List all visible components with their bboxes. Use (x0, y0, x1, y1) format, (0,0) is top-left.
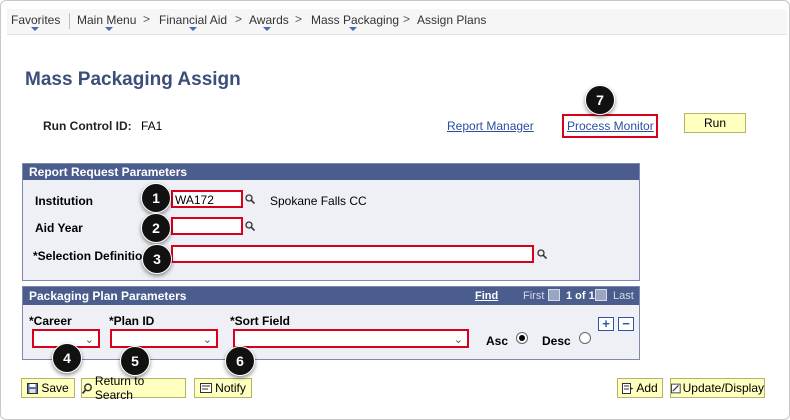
aid-year-lookup-icon[interactable] (245, 221, 255, 231)
find-link[interactable]: Find (475, 290, 498, 302)
institution-lookup-icon[interactable] (245, 194, 255, 204)
chevron-right-icon: > (143, 12, 151, 26)
main-menu-dropdown-icon[interactable] (105, 27, 113, 31)
add-button[interactable]: Add (617, 378, 663, 398)
report-request-parameters-header: Report Request Parameters (23, 164, 639, 180)
delete-row-icon[interactable]: − (618, 317, 634, 331)
asc-label: Asc (486, 334, 509, 348)
previous-row-icon[interactable] (548, 289, 560, 301)
breadcrumb-assign-plans[interactable]: Assign Plans (417, 13, 486, 27)
update-display-icon (671, 383, 681, 393)
last-link[interactable]: Last (613, 290, 634, 302)
page-frame: Favorites Main Menu > Financial Aid > Aw… (0, 0, 790, 420)
asc-radio[interactable] (516, 332, 528, 344)
breadcrumb-separator (69, 13, 70, 29)
report-manager-link[interactable]: Report Manager (447, 119, 534, 133)
financial-aid-dropdown-icon[interactable] (189, 27, 197, 31)
plan-id-label: *Plan ID (109, 314, 155, 328)
breadcrumb: Favorites Main Menu > Financial Aid > Aw… (7, 9, 787, 35)
callout-2: 2 (141, 213, 171, 243)
awards-dropdown-icon[interactable] (263, 27, 271, 31)
breadcrumb-favorites[interactable]: Favorites (11, 13, 60, 27)
chevron-right-icon: > (235, 12, 243, 26)
callout-6: 6 (225, 346, 255, 376)
search-icon (82, 382, 92, 394)
process-monitor-link[interactable]: Process Monitor (567, 119, 654, 133)
selection-definition-lookup-icon[interactable] (537, 249, 547, 259)
return-to-search-button[interactable]: Return to Search (81, 374, 186, 402)
callout-4: 4 (52, 343, 82, 373)
callout-5: 5 (120, 346, 150, 376)
run-button[interactable]: Run (684, 113, 746, 133)
mass-packaging-dropdown-icon[interactable] (349, 27, 357, 31)
selection-definition-label: *Selection Definition (33, 249, 150, 263)
institution-input[interactable]: WA172 (171, 190, 243, 208)
save-icon (27, 382, 39, 394)
report-request-parameters-box: Report Request Parameters Institution WA… (22, 163, 640, 281)
desc-label: Desc (542, 334, 571, 348)
next-row-icon[interactable] (595, 289, 607, 301)
desc-radio[interactable] (579, 332, 591, 344)
chevron-right-icon: > (403, 12, 411, 26)
breadcrumb-financial-aid[interactable]: Financial Aid (159, 13, 227, 27)
selection-definition-input[interactable] (171, 245, 534, 263)
favorites-dropdown-icon[interactable] (31, 27, 39, 31)
update-display-button[interactable]: Update/Display (670, 378, 765, 398)
aid-year-input[interactable] (171, 217, 243, 235)
aid-year-label: Aid Year (35, 221, 83, 235)
callout-1: 1 (141, 183, 171, 213)
add-icon (622, 382, 634, 394)
institution-description: Spokane Falls CC (270, 194, 367, 208)
plan-id-select[interactable]: ⌄ (110, 329, 218, 348)
add-label: Add (636, 381, 658, 395)
callout-7: 7 (585, 85, 615, 115)
save-button[interactable]: Save (21, 378, 75, 398)
row-counter: 1 of 1 (566, 290, 595, 302)
chevron-right-icon: > (295, 12, 303, 26)
sort-field-select[interactable]: ⌄ (233, 329, 469, 348)
run-control-label: Run Control ID: (43, 119, 132, 133)
breadcrumb-main-menu[interactable]: Main Menu (77, 13, 136, 27)
notify-icon (200, 383, 213, 393)
chevron-down-icon: ⌄ (453, 334, 463, 346)
save-label: Save (41, 381, 69, 395)
chevron-down-icon: ⌄ (84, 334, 94, 346)
chevron-down-icon: ⌄ (202, 334, 212, 346)
return-to-search-label: Return to Search (94, 374, 145, 402)
callout-3: 3 (142, 244, 172, 274)
breadcrumb-mass-packaging[interactable]: Mass Packaging (311, 13, 399, 27)
page-title: Mass Packaging Assign (25, 69, 241, 90)
institution-label: Institution (35, 194, 93, 208)
update-display-label: Update/Display (682, 381, 764, 395)
packaging-plan-parameters-title: Packaging Plan Parameters (29, 289, 187, 303)
notify-label: Notify (215, 381, 246, 395)
first-link[interactable]: First (523, 290, 544, 302)
breadcrumb-awards[interactable]: Awards (249, 13, 289, 27)
add-row-icon[interactable]: + (598, 317, 614, 331)
notify-button[interactable]: Notify (194, 378, 252, 398)
packaging-plan-parameters-header: Packaging Plan Parameters (23, 287, 639, 305)
career-label: *Career (29, 314, 72, 328)
packaging-plan-parameters-box: Packaging Plan Parameters Find First 1 o… (22, 286, 640, 360)
run-control-value: FA1 (141, 119, 163, 133)
sort-field-label: *Sort Field (230, 314, 291, 328)
